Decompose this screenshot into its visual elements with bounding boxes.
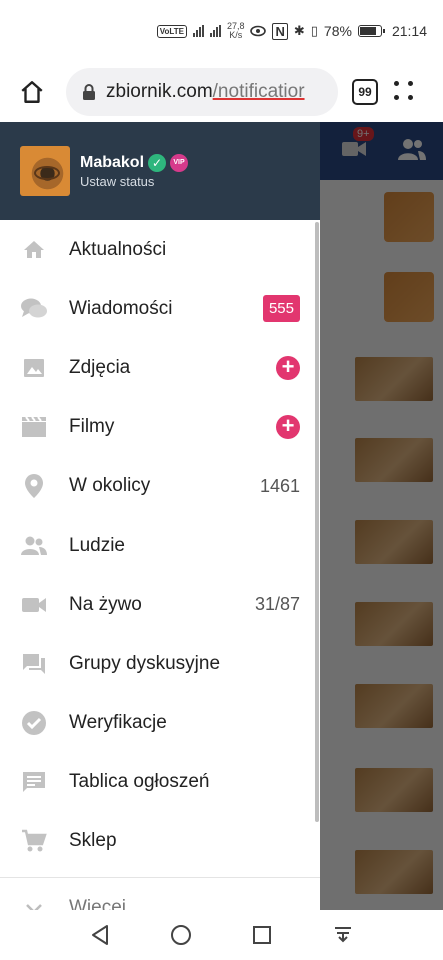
- menu-label: W okolicy: [69, 475, 151, 497]
- menu-label: Filmy: [69, 416, 115, 438]
- bluetooth-icon: ✱: [293, 23, 305, 38]
- messages-badge: 555: [262, 295, 300, 323]
- vibrate-icon: ▯: [310, 23, 318, 38]
- pulldown-icon: [334, 927, 351, 943]
- user-name[interactable]: Mabakol: [80, 154, 144, 172]
- set-status-link[interactable]: Ustaw status: [80, 174, 188, 189]
- nfc-icon: N: [272, 22, 288, 40]
- add-photo-button[interactable]: +: [276, 355, 300, 380]
- home-nav-button[interactable]: [169, 923, 193, 947]
- drawer-header: Mabakol ✓ VIP Ustaw status: [0, 122, 320, 220]
- network-speed: 27,8 K/s: [226, 21, 245, 40]
- user-name-row: Mabakol ✓ VIP: [80, 153, 189, 172]
- message-board-icon: [20, 768, 48, 796]
- drawer-scrollbar[interactable]: [315, 222, 319, 822]
- lock-icon: [83, 84, 95, 100]
- check-circle-icon: [20, 709, 48, 737]
- signal-icon: [192, 25, 204, 37]
- browser-toolbar: zbiornik.com/notificatior 99: [0, 62, 443, 122]
- cart-icon: [20, 827, 48, 855]
- menu-item-aktualnosci[interactable]: Aktualności: [0, 220, 320, 279]
- volte-indicator: VoLTE: [156, 24, 187, 38]
- drawer-menu: Aktualności Wiadomości 555 Zdjęcia + Fil…: [0, 220, 320, 910]
- video-camera-icon: [20, 591, 48, 619]
- tabs-button[interactable]: 99: [352, 79, 378, 105]
- chevron-down-icon: [20, 894, 48, 910]
- battery-percent: 78%: [323, 23, 352, 39]
- image-icon: [20, 354, 48, 382]
- clock: 21:14: [391, 23, 427, 39]
- location-icon: [20, 472, 48, 500]
- system-nav-bar: [0, 910, 443, 960]
- film-icon: [20, 413, 48, 441]
- back-button[interactable]: [88, 923, 112, 947]
- menu-item-sklep[interactable]: Sklep: [0, 812, 320, 871]
- menu-label: Sklep: [69, 830, 117, 852]
- home-icon: [21, 81, 43, 103]
- menu-label: Grupy dyskusyjne: [69, 652, 221, 674]
- home-icon: [20, 236, 48, 264]
- nearby-count: 1461: [259, 475, 300, 496]
- menu-label: Weryfikacje: [69, 712, 167, 734]
- vip-badge: VIP: [170, 153, 189, 172]
- menu-item-w-okolicy[interactable]: W okolicy 1461: [0, 457, 320, 516]
- menu-item-grupy-dyskusyjne[interactable]: Grupy dyskusyjne: [0, 634, 320, 693]
- signal-icon-2: [209, 25, 221, 37]
- recents-square-icon: [252, 926, 271, 944]
- menu-label: Aktualności: [69, 238, 167, 260]
- menu-label: Więcej: [69, 896, 127, 910]
- live-count: 31/87: [254, 594, 300, 615]
- chat-icon: [20, 295, 48, 323]
- menu-label: Tablica ogłoszeń: [69, 771, 210, 793]
- menu-item-filmy[interactable]: Filmy +: [0, 398, 320, 457]
- menu-item-wiadomosci[interactable]: Wiadomości 555: [0, 279, 320, 338]
- notification-pulldown-button[interactable]: [331, 923, 355, 947]
- back-triangle-icon: [92, 925, 109, 945]
- menu-item-na-zywo[interactable]: Na żywo 31/87: [0, 575, 320, 634]
- status-bar: VoLTE 27,8 K/s N ✱ ▯ 78% 21:14: [0, 0, 443, 62]
- menu-item-zdjecia[interactable]: Zdjęcia +: [0, 338, 320, 397]
- menu-item-tablica-ogloszen[interactable]: Tablica ogłoszeń: [0, 753, 320, 812]
- home-circle-icon: [171, 925, 192, 945]
- menu-item-wiecej[interactable]: Więcej: [0, 878, 320, 910]
- user-block: Mabakol ✓ VIP Ustaw status: [80, 153, 189, 189]
- menu-item-weryfikacje[interactable]: Weryfikacje: [0, 694, 320, 753]
- verified-icon: ✓: [148, 153, 167, 172]
- menu-label: Zdjęcia: [69, 356, 131, 378]
- menu-label: Na żywo: [69, 593, 142, 615]
- forum-icon: [20, 650, 48, 678]
- avatar[interactable]: [20, 146, 70, 196]
- menu-label: Ludzie: [69, 534, 125, 556]
- battery-icon: [357, 25, 385, 37]
- people-icon: [20, 532, 48, 560]
- more-options-icon[interactable]: [394, 81, 416, 103]
- navigation-drawer: Mabakol ✓ VIP Ustaw status Aktualności W…: [0, 122, 320, 910]
- eye-icon: [250, 25, 267, 37]
- url-text: zbiornik.com/notificatior: [106, 81, 305, 102]
- menu-item-ludzie[interactable]: Ludzie: [0, 516, 320, 575]
- menu-label: Wiadomości: [69, 297, 173, 319]
- home-button[interactable]: [12, 72, 52, 112]
- add-video-button[interactable]: +: [276, 415, 300, 440]
- recents-button[interactable]: [250, 923, 274, 947]
- address-bar[interactable]: zbiornik.com/notificatior: [66, 68, 338, 116]
